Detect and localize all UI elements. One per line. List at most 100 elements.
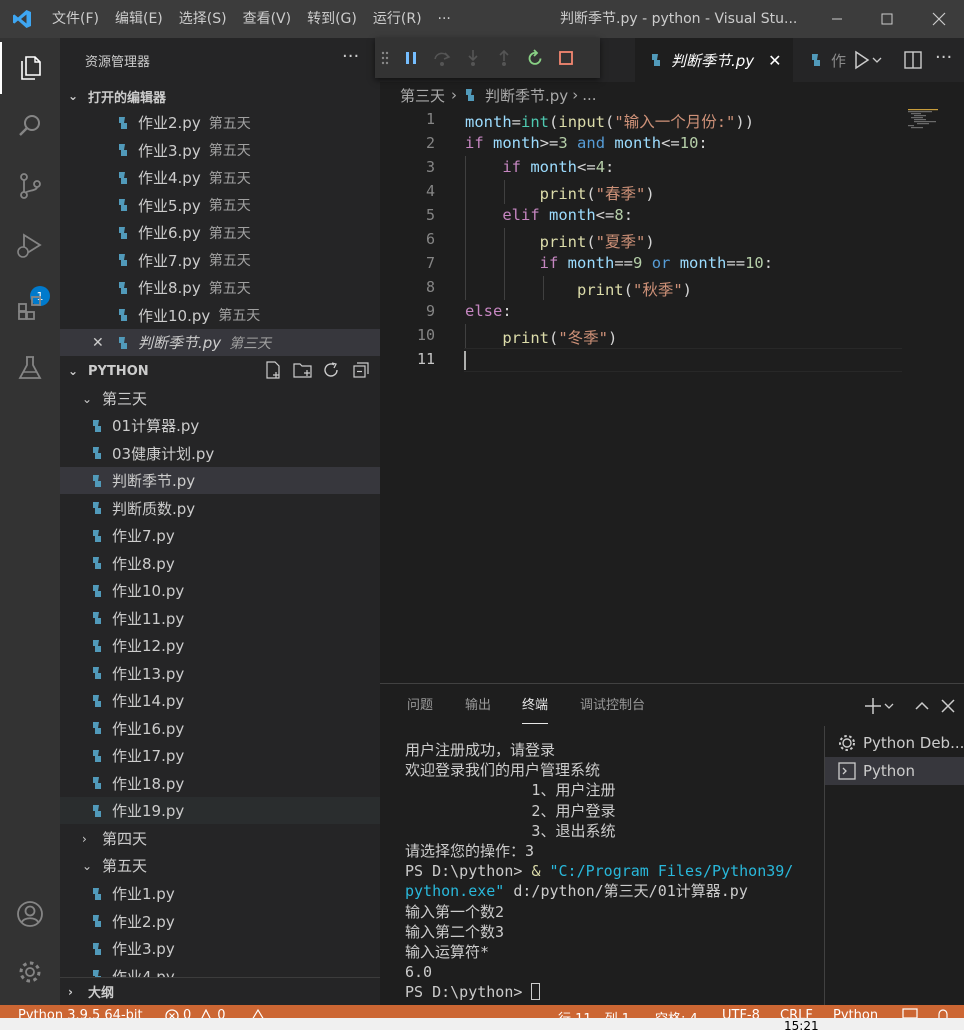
file-item[interactable]: 03健康计划.py xyxy=(60,440,380,467)
open-editor-item[interactable]: 作业6.py 第五天 xyxy=(60,219,380,246)
open-editor-item[interactable]: 作业8.py 第五天 xyxy=(60,274,380,301)
open-editor-item[interactable]: 作业2.py 第五天 xyxy=(60,109,380,136)
tab-debug-console[interactable]: 调试控制台 xyxy=(580,684,645,728)
file-item[interactable]: 作业3.py xyxy=(60,935,380,962)
outline-header[interactable]: › 大纲 xyxy=(60,977,380,1005)
open-editors-header[interactable]: ⌄ 打开的编辑器 xyxy=(60,83,380,109)
file-item[interactable]: 作业19.py xyxy=(60,797,380,824)
step-into-button[interactable] xyxy=(457,38,488,78)
explorer-icon[interactable] xyxy=(0,42,60,94)
file-item[interactable]: 作业16.py xyxy=(60,715,380,742)
tab-problems[interactable]: 问题 xyxy=(407,684,433,728)
terminal-item-debug[interactable]: Python Deb... xyxy=(825,729,964,757)
menu-file[interactable]: 文件(F) xyxy=(44,0,107,38)
folder-day5[interactable]: ⌄ 第五天 xyxy=(60,852,380,879)
menu-run[interactable]: 运行(R) xyxy=(365,0,430,38)
more-actions-icon[interactable]: ··· xyxy=(342,46,359,67)
file-name: 判断季节.py xyxy=(112,472,196,490)
tab-active-file[interactable]: 判断季节.py ✕ xyxy=(635,38,793,82)
breadcrumb-file[interactable]: 判断季节.py xyxy=(485,85,568,106)
minimap[interactable] xyxy=(908,108,952,132)
step-out-button[interactable] xyxy=(488,38,519,78)
folder-day4[interactable]: › 第四天 xyxy=(60,825,380,852)
python-file-icon xyxy=(119,199,127,211)
file-item[interactable]: 判断季节.py xyxy=(60,467,380,494)
terminal-item-python[interactable]: Python xyxy=(825,757,964,785)
file-item[interactable]: 作业2.py xyxy=(60,908,380,935)
file-item[interactable]: 作业7.py xyxy=(60,522,380,549)
maximize-button[interactable] xyxy=(862,0,912,38)
file-item[interactable]: 作业17.py xyxy=(60,742,380,769)
file-item[interactable]: 作业18.py xyxy=(60,770,380,797)
step-over-button[interactable] xyxy=(426,38,457,78)
extensions-icon[interactable] xyxy=(0,282,60,334)
restart-button[interactable] xyxy=(519,38,550,78)
terminal-line: 请选择您的操作：3 xyxy=(405,842,535,861)
search-icon[interactable] xyxy=(0,100,60,152)
breadcrumb-folder[interactable]: 第三天 xyxy=(400,85,445,106)
chevron-right-icon: › xyxy=(572,86,579,104)
breadcrumb-more[interactable]: ... xyxy=(582,86,596,104)
file-item[interactable]: 作业11.py xyxy=(60,605,380,632)
workspace-header[interactable]: ⌄ PYTHON xyxy=(60,358,380,384)
open-editor-item[interactable]: 作业3.py 第五天 xyxy=(60,137,380,164)
tab-other-file[interactable]: 作 xyxy=(795,38,849,82)
file-item[interactable]: 作业12.py xyxy=(60,632,380,659)
minimize-button[interactable] xyxy=(812,0,862,38)
file-name: 作业7.py xyxy=(138,251,201,270)
open-editor-item[interactable]: 作业5.py 第五天 xyxy=(60,192,380,219)
open-editor-item[interactable]: 作业10.py 第五天 xyxy=(60,302,380,329)
maximize-panel-icon[interactable] xyxy=(914,696,930,720)
chevron-right-icon: › xyxy=(451,86,458,104)
file-item[interactable]: 作业14.py xyxy=(60,687,380,714)
debug-gear-icon xyxy=(839,735,855,751)
close-tab-icon[interactable]: ✕ xyxy=(768,51,781,70)
stop-button[interactable] xyxy=(550,38,581,78)
drag-handle-icon[interactable] xyxy=(375,38,395,78)
terminal-output[interactable]: 用户注册成功，请登录 欢迎登录我们的用户管理系统 1、用户注册 2、用户登录 3、… xyxy=(405,740,825,1003)
open-editor-item[interactable]: ✕ 判断季节.py 第三天 xyxy=(60,329,380,356)
more-actions-icon[interactable]: ··· xyxy=(935,47,952,68)
open-editor-item[interactable]: 作业7.py 第五天 xyxy=(60,247,380,274)
account-icon[interactable] xyxy=(0,888,60,940)
new-folder-icon[interactable] xyxy=(293,361,313,383)
close-window-button[interactable] xyxy=(914,0,964,38)
file-item[interactable]: 作业10.py xyxy=(60,577,380,604)
source-control-icon[interactable] xyxy=(0,160,60,212)
terminal-line: 欢迎登录我们的用户管理系统 xyxy=(405,761,601,780)
new-file-icon[interactable] xyxy=(264,361,282,383)
code-line: print("夏季") xyxy=(539,233,655,251)
file-name: 作业8.py xyxy=(138,279,201,297)
terminal-line: 6.0 xyxy=(405,963,433,982)
file-item[interactable]: 作业8.py xyxy=(60,550,380,577)
file-item[interactable]: 作业13.py xyxy=(60,660,380,687)
run-debug-icon[interactable] xyxy=(0,220,60,272)
settings-gear-icon[interactable] xyxy=(0,946,60,998)
split-editor-icon[interactable] xyxy=(903,50,923,74)
refresh-icon[interactable] xyxy=(322,361,340,383)
file-item[interactable]: 判断质数.py xyxy=(60,495,380,522)
menu-edit[interactable]: 编辑(E) xyxy=(107,0,171,38)
collapse-all-icon[interactable] xyxy=(352,361,370,383)
open-editor-item[interactable]: 作业4.py 第五天 xyxy=(60,164,380,191)
testing-flask-icon[interactable] xyxy=(0,342,60,394)
close-editor-icon[interactable]: ✕ xyxy=(92,335,104,351)
file-item[interactable]: 作业1.py xyxy=(60,880,380,907)
run-file-icon[interactable] xyxy=(853,50,883,74)
code-line: month=int(input("输入一个月份:")) xyxy=(465,113,755,131)
title-bar: 文件(F) 编辑(E) 选择(S) 查看(V) 转到(G) 运行(R) ··· … xyxy=(0,0,964,38)
menu-go[interactable]: 转到(G) xyxy=(299,0,365,38)
file-folder-desc: 第五天 xyxy=(208,170,251,187)
tab-terminal[interactable]: 终端 xyxy=(522,688,549,724)
tab-output[interactable]: 输出 xyxy=(465,684,491,728)
pause-button[interactable] xyxy=(395,38,426,78)
python-file-icon xyxy=(119,144,127,156)
file-item[interactable]: 01计算器.py xyxy=(60,412,380,439)
menu-more[interactable]: ··· xyxy=(430,0,459,38)
menu-selection[interactable]: 选择(S) xyxy=(171,0,235,38)
new-terminal-icon[interactable] xyxy=(864,696,894,720)
folder-day3[interactable]: ⌄ 第三天 xyxy=(60,385,380,412)
file-name: 作业3.py xyxy=(138,141,201,160)
menu-view[interactable]: 查看(V) xyxy=(235,0,300,38)
close-panel-icon[interactable] xyxy=(940,696,956,720)
